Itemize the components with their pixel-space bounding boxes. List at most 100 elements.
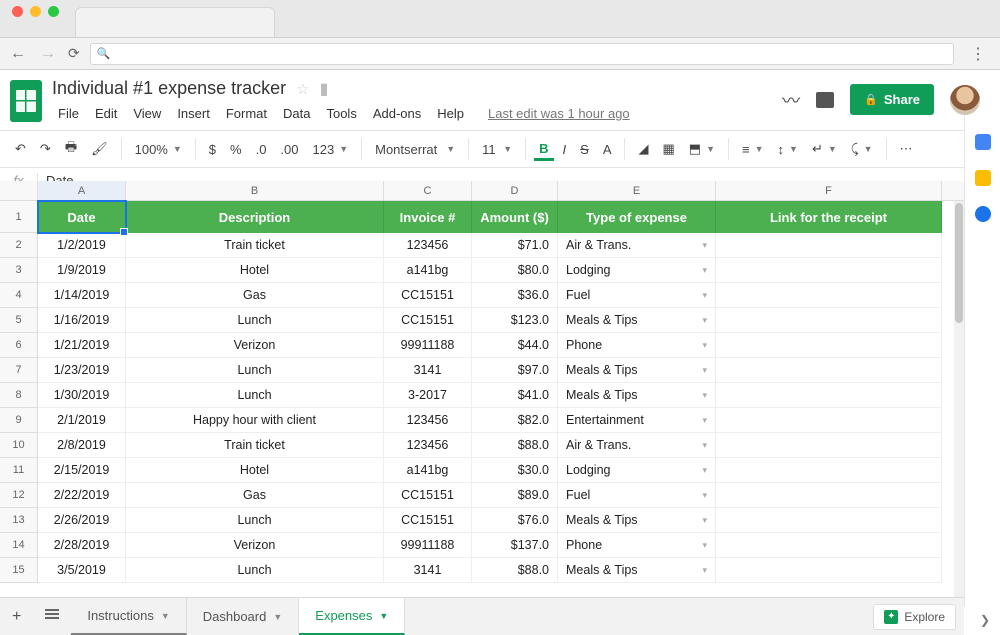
cell-receipt[interactable]	[716, 458, 942, 483]
cell-amount[interactable]: $71.0	[472, 233, 558, 258]
cell-amount[interactable]: $82.0	[472, 408, 558, 433]
merge-cells-button[interactable]: ⬒▼	[684, 137, 720, 161]
cell-receipt[interactable]	[716, 258, 942, 283]
cell-amount[interactable]: $97.0	[472, 358, 558, 383]
text-wrap-button[interactable]: ↵▼	[807, 137, 842, 161]
sheet-tab-expenses[interactable]: Expenses▼	[299, 598, 405, 635]
cell-date[interactable]: 2/8/2019	[38, 433, 126, 458]
keep-icon[interactable]	[975, 170, 991, 186]
cell-amount[interactable]: $88.0	[472, 558, 558, 583]
header-cell-description[interactable]: Description	[126, 201, 384, 233]
cell-type[interactable]: Meals & Tips	[558, 508, 716, 533]
row-header[interactable]: 11	[0, 458, 38, 483]
menu-edit[interactable]: Edit	[89, 103, 123, 124]
cell-receipt[interactable]	[716, 433, 942, 458]
cell-date[interactable]: 2/22/2019	[38, 483, 126, 508]
cell-type[interactable]: Meals & Tips	[558, 308, 716, 333]
cell-invoice[interactable]: a141bg	[384, 458, 472, 483]
redo-icon[interactable]: ↷	[35, 137, 56, 161]
cell-description[interactable]: Gas	[126, 483, 384, 508]
currency-icon[interactable]: $	[204, 138, 221, 161]
cell-description[interactable]: Lunch	[126, 308, 384, 333]
cell-date[interactable]: 3/5/2019	[38, 558, 126, 583]
browser-menu-icon[interactable]: ⋮	[964, 44, 992, 64]
row-header[interactable]: 6	[0, 333, 38, 358]
column-header[interactable]: F	[716, 181, 942, 200]
cell-receipt[interactable]	[716, 533, 942, 558]
cell-invoice[interactable]: 3141	[384, 358, 472, 383]
cell-receipt[interactable]	[716, 358, 942, 383]
avatar[interactable]	[950, 85, 980, 115]
cell-type[interactable]: Meals & Tips	[558, 358, 716, 383]
cell-amount[interactable]: $44.0	[472, 333, 558, 358]
select-all-corner[interactable]	[0, 181, 38, 200]
cell-invoice[interactable]: CC15151	[384, 308, 472, 333]
activity-icon[interactable]: 〰︎	[782, 87, 800, 113]
font-dropdown[interactable]: Montserrat▼	[370, 138, 460, 161]
cell-date[interactable]: 2/26/2019	[38, 508, 126, 533]
cell-invoice[interactable]: 123456	[384, 408, 472, 433]
cell-type[interactable]: Meals & Tips	[558, 558, 716, 583]
menu-help[interactable]: Help	[431, 103, 470, 124]
row-header[interactable]: 13	[0, 508, 38, 533]
bold-button[interactable]: B	[534, 137, 553, 161]
cell-invoice[interactable]: 99911188	[384, 333, 472, 358]
row-header[interactable]: 10	[0, 433, 38, 458]
cell-date[interactable]: 1/30/2019	[38, 383, 126, 408]
row-header[interactable]: 3	[0, 258, 38, 283]
row-header[interactable]: 4	[0, 283, 38, 308]
undo-icon[interactable]: ↶	[10, 137, 31, 161]
cell-description[interactable]: Train ticket	[126, 233, 384, 258]
header-cell-date[interactable]: Date	[38, 201, 126, 233]
text-rotation-button[interactable]: ⤹▼	[846, 137, 878, 161]
explore-button[interactable]: ✦ Explore	[873, 604, 956, 630]
print-icon[interactable]: 🖶	[60, 134, 82, 164]
cell-date[interactable]: 1/16/2019	[38, 308, 126, 333]
cell-receipt[interactable]	[716, 233, 942, 258]
increase-decimal-icon[interactable]: .00	[275, 138, 303, 161]
cell-receipt[interactable]	[716, 483, 942, 508]
column-header[interactable]: E	[558, 181, 716, 200]
cell-invoice[interactable]: a141bg	[384, 258, 472, 283]
paint-format-icon[interactable]: 🖌	[86, 137, 113, 161]
row-header[interactable]: 1	[0, 201, 38, 233]
all-sheets-icon[interactable]	[33, 607, 71, 626]
cell-receipt[interactable]	[716, 558, 942, 583]
cell-date[interactable]: 1/23/2019	[38, 358, 126, 383]
cell-receipt[interactable]	[716, 408, 942, 433]
minimize-window-icon[interactable]	[30, 6, 41, 17]
cell-description[interactable]: Lunch	[126, 358, 384, 383]
cell-description[interactable]: Lunch	[126, 383, 384, 408]
cell-date[interactable]: 1/21/2019	[38, 333, 126, 358]
cell-receipt[interactable]	[716, 283, 942, 308]
comments-icon[interactable]	[816, 92, 834, 108]
menu-data[interactable]: Data	[277, 103, 316, 124]
folder-icon[interactable]: ▮	[320, 79, 329, 99]
column-header[interactable]: D	[472, 181, 558, 200]
cell-type[interactable]: Lodging	[558, 258, 716, 283]
column-header[interactable]: C	[384, 181, 472, 200]
cell-date[interactable]: 2/28/2019	[38, 533, 126, 558]
cell-amount[interactable]: $88.0	[472, 433, 558, 458]
cell-invoice[interactable]: 123456	[384, 233, 472, 258]
cell-description[interactable]: Hotel	[126, 458, 384, 483]
row-header[interactable]: 14	[0, 533, 38, 558]
decrease-decimal-icon[interactable]: .0	[251, 138, 272, 161]
italic-button[interactable]: I	[558, 138, 572, 161]
row-header[interactable]: 15	[0, 558, 38, 583]
zoom-dropdown[interactable]: 100%▼	[130, 138, 187, 161]
cell-description[interactable]: Train ticket	[126, 433, 384, 458]
cell-description[interactable]: Verizon	[126, 533, 384, 558]
browser-tab[interactable]	[75, 7, 275, 37]
menu-format[interactable]: Format	[220, 103, 273, 124]
menu-file[interactable]: File	[52, 103, 85, 124]
row-header[interactable]: 5	[0, 308, 38, 333]
header-cell-invoice[interactable]: Invoice #	[384, 201, 472, 233]
cell-description[interactable]: Gas	[126, 283, 384, 308]
header-cell-amount[interactable]: Amount ($)	[472, 201, 558, 233]
menu-tools[interactable]: Tools	[320, 103, 362, 124]
cell-date[interactable]: 1/9/2019	[38, 258, 126, 283]
cell-description[interactable]: Hotel	[126, 258, 384, 283]
cell-invoice[interactable]: CC15151	[384, 483, 472, 508]
cell-invoice[interactable]: CC15151	[384, 283, 472, 308]
